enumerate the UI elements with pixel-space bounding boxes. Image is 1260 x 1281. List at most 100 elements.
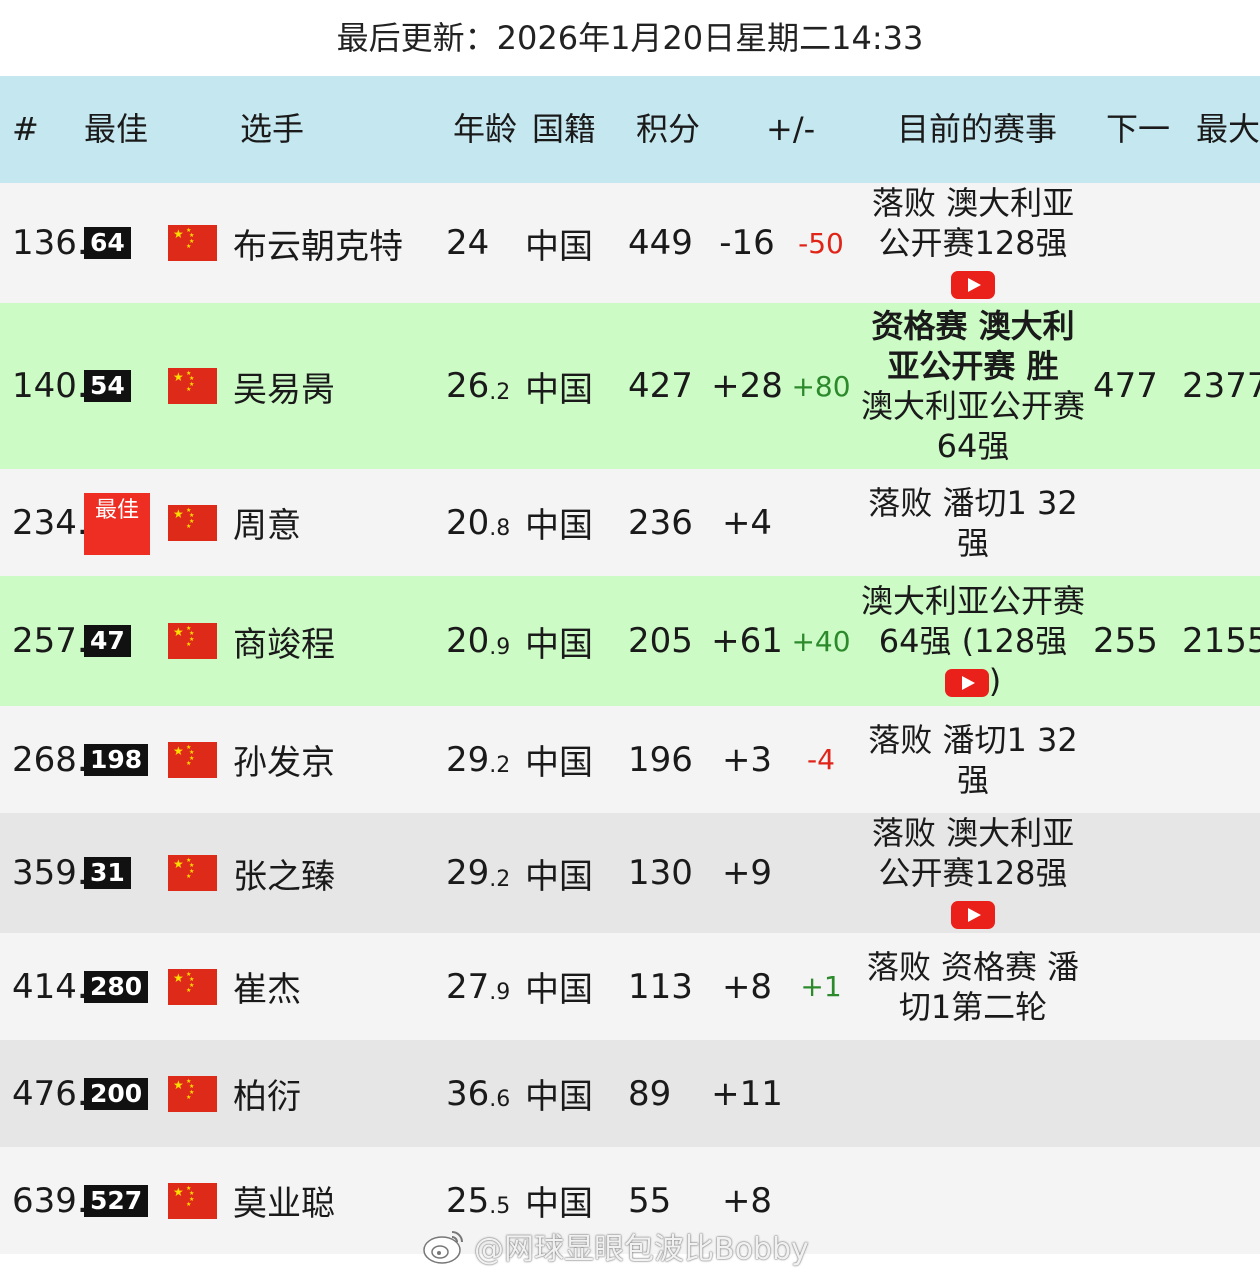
table-row[interactable]: 140. 54 ★ ★ ★ ★ ★ 吴易昺 26.2 中国 427 +28 +8…: [0, 303, 1260, 469]
player-age: 36.6: [446, 1073, 511, 1114]
china-flag-icon: ★ ★ ★ ★ ★: [168, 623, 217, 659]
watermark-text: @网球显眼包波比Bobby: [474, 1232, 809, 1267]
watermark: @网球显眼包波比Bobby: [422, 1224, 809, 1268]
col-best[interactable]: 最佳: [84, 76, 148, 183]
current-event: 落败 澳大利亚公开赛128强: [858, 813, 1088, 933]
points: 130: [628, 853, 693, 893]
nationality-flag: ★ ★ ★ ★ ★: [168, 576, 217, 706]
best-badge: 最佳: [84, 493, 150, 555]
player-nationality: 中国: [525, 856, 593, 897]
rank: 136.: [12, 223, 88, 263]
event-text: 落败 澳大利亚公开赛128强: [858, 813, 1088, 933]
best-rank: 280: [84, 933, 149, 1040]
points: 205: [628, 621, 693, 661]
player-nationality: 中国: [525, 743, 593, 783]
table-row[interactable]: 414. 280 ★ ★ ★ ★ ★ 崔杰 27.9 中国 113 +8 +1 …: [0, 933, 1260, 1040]
points-change: +4: [721, 502, 773, 543]
player-name[interactable]: 柏衍: [233, 1040, 301, 1147]
youtube-icon[interactable]: [951, 901, 995, 929]
points-change: +28: [711, 366, 783, 406]
china-flag-icon: ★ ★ ★ ★ ★: [168, 504, 217, 541]
player-nationality: 中国: [525, 506, 593, 546]
nationality-flag: ★ ★ ★ ★ ★: [168, 933, 217, 1040]
player-age: 20.9: [446, 621, 511, 661]
table-row[interactable]: 136. 64 ★ ★ ★ ★ ★ 布云朝克特 24 中国 449 -16 -5…: [0, 183, 1260, 303]
nationality-flag: ★ ★ ★ ★ ★: [168, 1147, 217, 1254]
table-row[interactable]: 359. 31 ★ ★ ★ ★ ★ 张之臻 29.2 中国 130 +9 落败 …: [0, 813, 1260, 933]
player-name[interactable]: 张之臻: [233, 813, 335, 933]
col-plus-minus[interactable]: +/-: [766, 76, 815, 183]
rank-change: [790, 1040, 852, 1147]
best-badge: 47: [84, 625, 131, 657]
china-flag-icon: ★ ★ ★ ★ ★: [168, 741, 217, 778]
player-nationality: 中国: [525, 369, 593, 410]
points-change: +9: [721, 853, 773, 893]
player-nationality: 中国: [525, 624, 593, 665]
player-age: 29.2: [446, 853, 511, 893]
points-change: +61: [711, 621, 783, 661]
max-points: 2377: [1182, 366, 1260, 406]
player-age: 26.2: [446, 366, 511, 406]
current-event: 落败 澳大利亚公开赛128强: [858, 183, 1088, 303]
player-name[interactable]: 布云朝克特: [233, 183, 403, 303]
table-header: # 最佳 选手 年龄 国籍 积分 +/- 目前的赛事 下一 最大: [0, 76, 1260, 183]
col-player[interactable]: 选手: [240, 76, 304, 183]
player-name[interactable]: 周意: [233, 469, 301, 576]
nationality-flag: ★ ★ ★ ★ ★: [168, 469, 217, 576]
event-text: 落败 潘切1 32强: [868, 483, 1078, 562]
current-event: 落败 资格赛 潘切1第二轮: [858, 933, 1088, 1040]
rank-change: [790, 813, 852, 933]
col-event[interactable]: 目前的赛事: [897, 76, 1057, 183]
rank-change: -50: [798, 226, 844, 260]
china-flag-icon: ★ ★ ★ ★ ★: [168, 1075, 217, 1112]
player-name[interactable]: 崔杰: [233, 933, 301, 1040]
rank: 414.: [12, 966, 88, 1007]
table-row[interactable]: 268. 198 ★ ★ ★ ★ ★ 孙发京 29.2 中国 196 +3 -4…: [0, 706, 1260, 813]
player-age: 29.2: [446, 739, 511, 780]
player-name[interactable]: 孙发京: [233, 706, 335, 813]
next-points: 255: [1093, 621, 1158, 661]
youtube-icon[interactable]: [944, 669, 989, 697]
nationality-flag: ★ ★ ★ ★ ★: [168, 183, 217, 303]
col-points[interactable]: 积分: [636, 76, 700, 183]
table-row[interactable]: 476. 200 ★ ★ ★ ★ ★ 柏衍 36.6 中国 89 +11: [0, 1040, 1260, 1147]
table-row[interactable]: 257. 47 ★ ★ ★ ★ ★ 商竣程 20.9 中国 205 +61 +4…: [0, 576, 1260, 706]
nationality-flag: ★ ★ ★ ★ ★: [168, 813, 217, 933]
best-rank: 47: [84, 576, 131, 706]
current-event: 资格赛 澳大利亚公开赛 胜澳大利亚公开赛64强: [858, 303, 1088, 469]
youtube-icon[interactable]: [951, 271, 995, 299]
col-next[interactable]: 下一: [1106, 76, 1170, 183]
best-badge: 198: [84, 743, 149, 776]
table-row[interactable]: 234. 最佳 ★ ★ ★ ★ ★ 周意 20.8 中国 236 +4 落败 潘…: [0, 469, 1260, 576]
col-nationality[interactable]: 国籍: [532, 76, 596, 183]
rank: 140.: [12, 366, 88, 406]
china-flag-icon: ★ ★ ★ ★ ★: [168, 225, 217, 261]
player-name[interactable]: 莫业聪: [233, 1147, 335, 1254]
points-change: +8: [721, 966, 773, 1007]
rank-change: -4: [807, 743, 835, 776]
best-rank: 200: [84, 1040, 149, 1147]
rank: 234.: [12, 502, 88, 543]
china-flag-icon: ★ ★ ★ ★ ★: [168, 968, 217, 1005]
max-points: 2155: [1182, 621, 1260, 661]
best-rank: 64: [84, 183, 131, 303]
rank: 257.: [12, 621, 88, 661]
col-age[interactable]: 年龄: [453, 76, 517, 183]
col-rank[interactable]: #: [12, 76, 39, 183]
rank: 639.: [12, 1180, 88, 1221]
player-name[interactable]: 商竣程: [233, 576, 335, 706]
event-text: 落败 资格赛 潘切1第二轮: [866, 947, 1080, 1026]
player-nationality: 中国: [525, 226, 593, 267]
points-change: +3: [721, 739, 773, 780]
rank: 359.: [12, 853, 88, 893]
player-name[interactable]: 吴易昺: [233, 303, 335, 469]
points: 196: [628, 739, 693, 780]
rank: 268.: [12, 739, 88, 780]
col-max[interactable]: 最大: [1196, 76, 1260, 183]
rank-change: +80: [791, 369, 851, 403]
nationality-flag: ★ ★ ★ ★ ★: [168, 706, 217, 813]
best-badge: 527: [84, 1184, 149, 1217]
points: 113: [628, 966, 693, 1007]
rank-change: +1: [800, 970, 842, 1003]
china-flag-icon: ★ ★ ★ ★ ★: [168, 1182, 217, 1219]
